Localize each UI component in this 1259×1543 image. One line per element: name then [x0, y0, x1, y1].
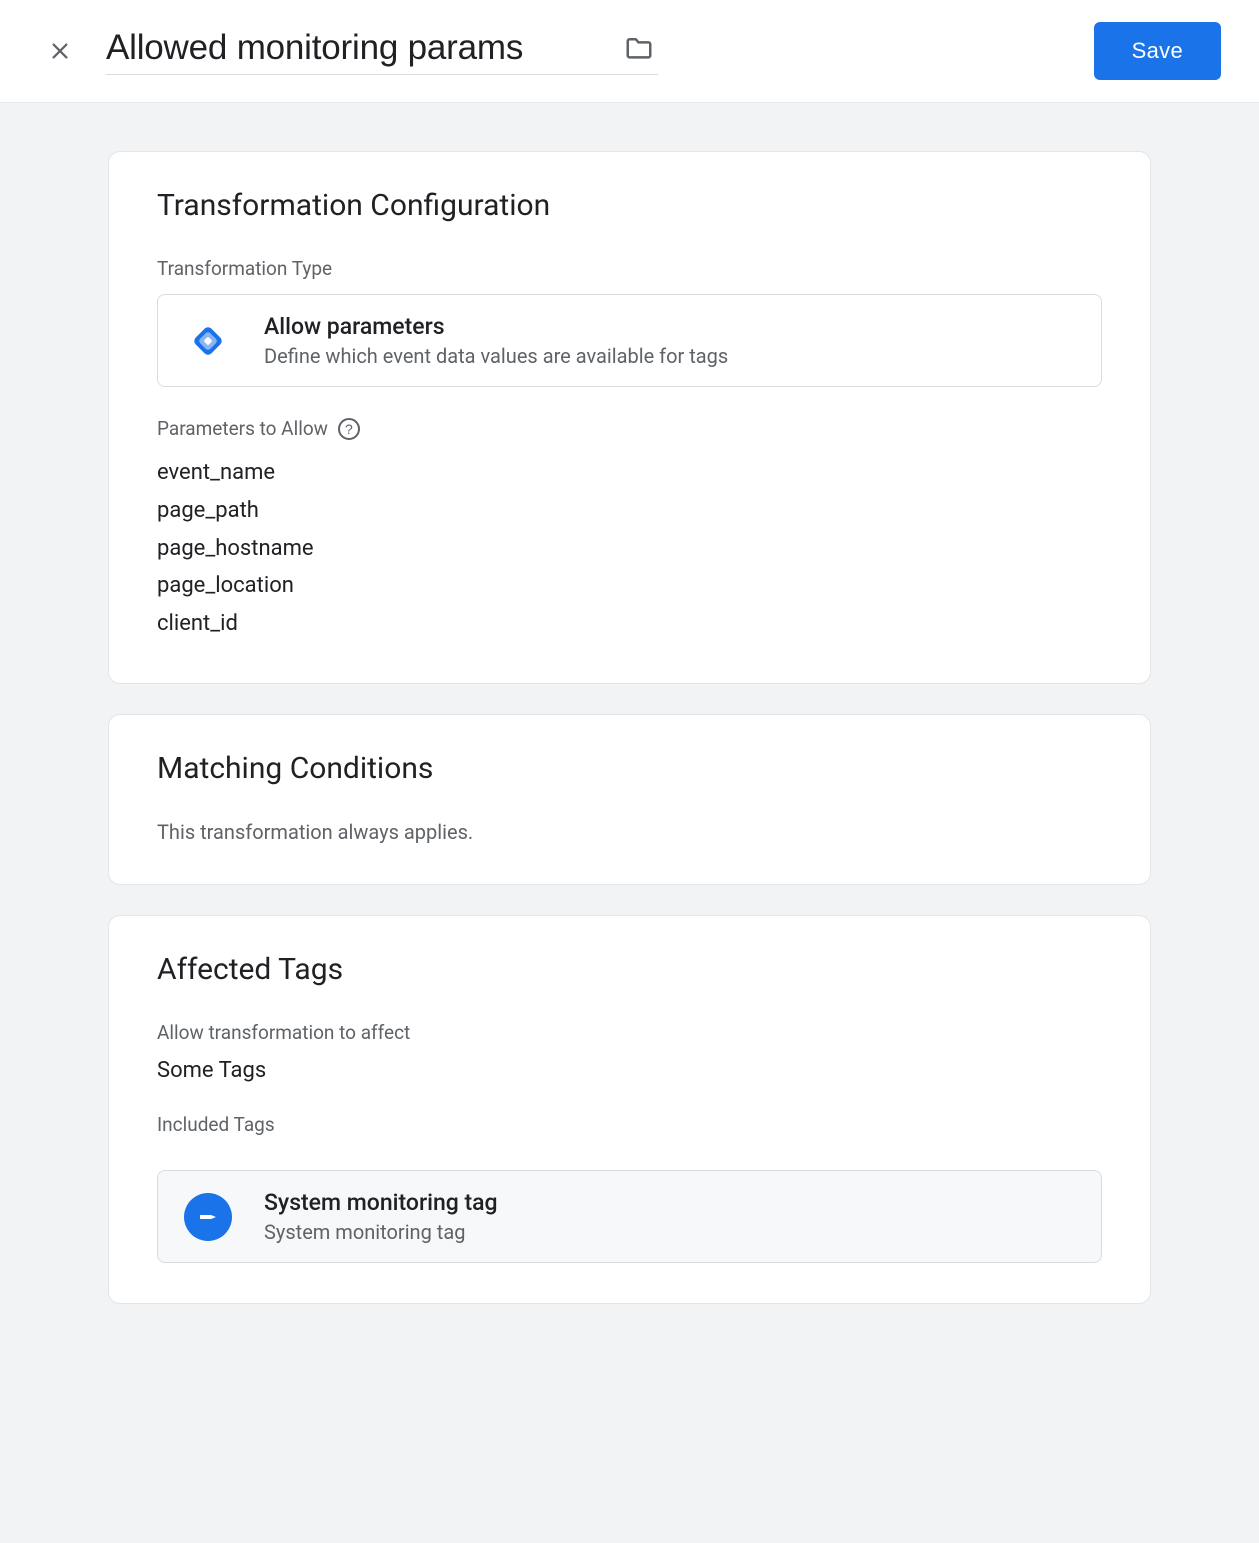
card-affected-tags: Affected Tags Allow transformation to af…	[108, 915, 1151, 1304]
parameters-help-button[interactable]: ?	[338, 418, 360, 440]
card-transformation-configuration: Transformation Configuration Transformat…	[108, 151, 1151, 684]
folder-button[interactable]	[620, 29, 658, 67]
header-bar: Save	[0, 0, 1259, 103]
included-tag-title: System monitoring tag	[264, 1189, 498, 1216]
page-body: Transformation Configuration Transformat…	[0, 103, 1259, 1543]
transformation-type-description: Define which event data values are avail…	[264, 344, 728, 368]
allowed-parameter: page_hostname	[157, 530, 1102, 568]
allowed-parameter: event_name	[157, 454, 1102, 492]
allowed-parameters-list: event_name page_path page_hostname page_…	[157, 454, 1102, 643]
close-icon	[49, 40, 71, 62]
matching-conditions-text: This transformation always applies.	[157, 820, 1102, 844]
allowed-parameter: page_path	[157, 492, 1102, 530]
included-tag-row[interactable]: System monitoring tag System monitoring …	[157, 1170, 1102, 1263]
label-transformation-type: Transformation Type	[157, 257, 1102, 280]
label-included-tags: Included Tags	[157, 1113, 1102, 1136]
label-parameters-to-allow: Parameters to Allow ?	[157, 417, 1102, 440]
affect-value: Some Tags	[157, 1058, 1102, 1083]
label-allow-affect: Allow transformation to affect	[157, 1021, 1102, 1044]
allow-parameters-icon	[184, 317, 232, 365]
card-matching-conditions: Matching Conditions This transformation …	[108, 714, 1151, 885]
included-tag-subtitle: System monitoring tag	[264, 1220, 498, 1244]
allowed-parameter: page_location	[157, 567, 1102, 605]
transformation-type-title: Allow parameters	[264, 313, 728, 340]
allowed-parameter: client_id	[157, 605, 1102, 643]
tag-icon	[184, 1193, 232, 1241]
section-heading-affected-tags: Affected Tags	[157, 952, 1102, 987]
title-field-wrap	[106, 28, 658, 75]
section-heading-config: Transformation Configuration	[157, 188, 1102, 223]
close-button[interactable]	[42, 33, 78, 69]
transformation-name-input[interactable]	[106, 28, 606, 68]
save-button[interactable]: Save	[1094, 22, 1221, 80]
section-heading-conditions: Matching Conditions	[157, 751, 1102, 786]
parameters-label-text: Parameters to Allow	[157, 417, 328, 440]
transformation-type-selector[interactable]: Allow parameters Define which event data…	[157, 294, 1102, 387]
folder-icon	[624, 33, 654, 63]
